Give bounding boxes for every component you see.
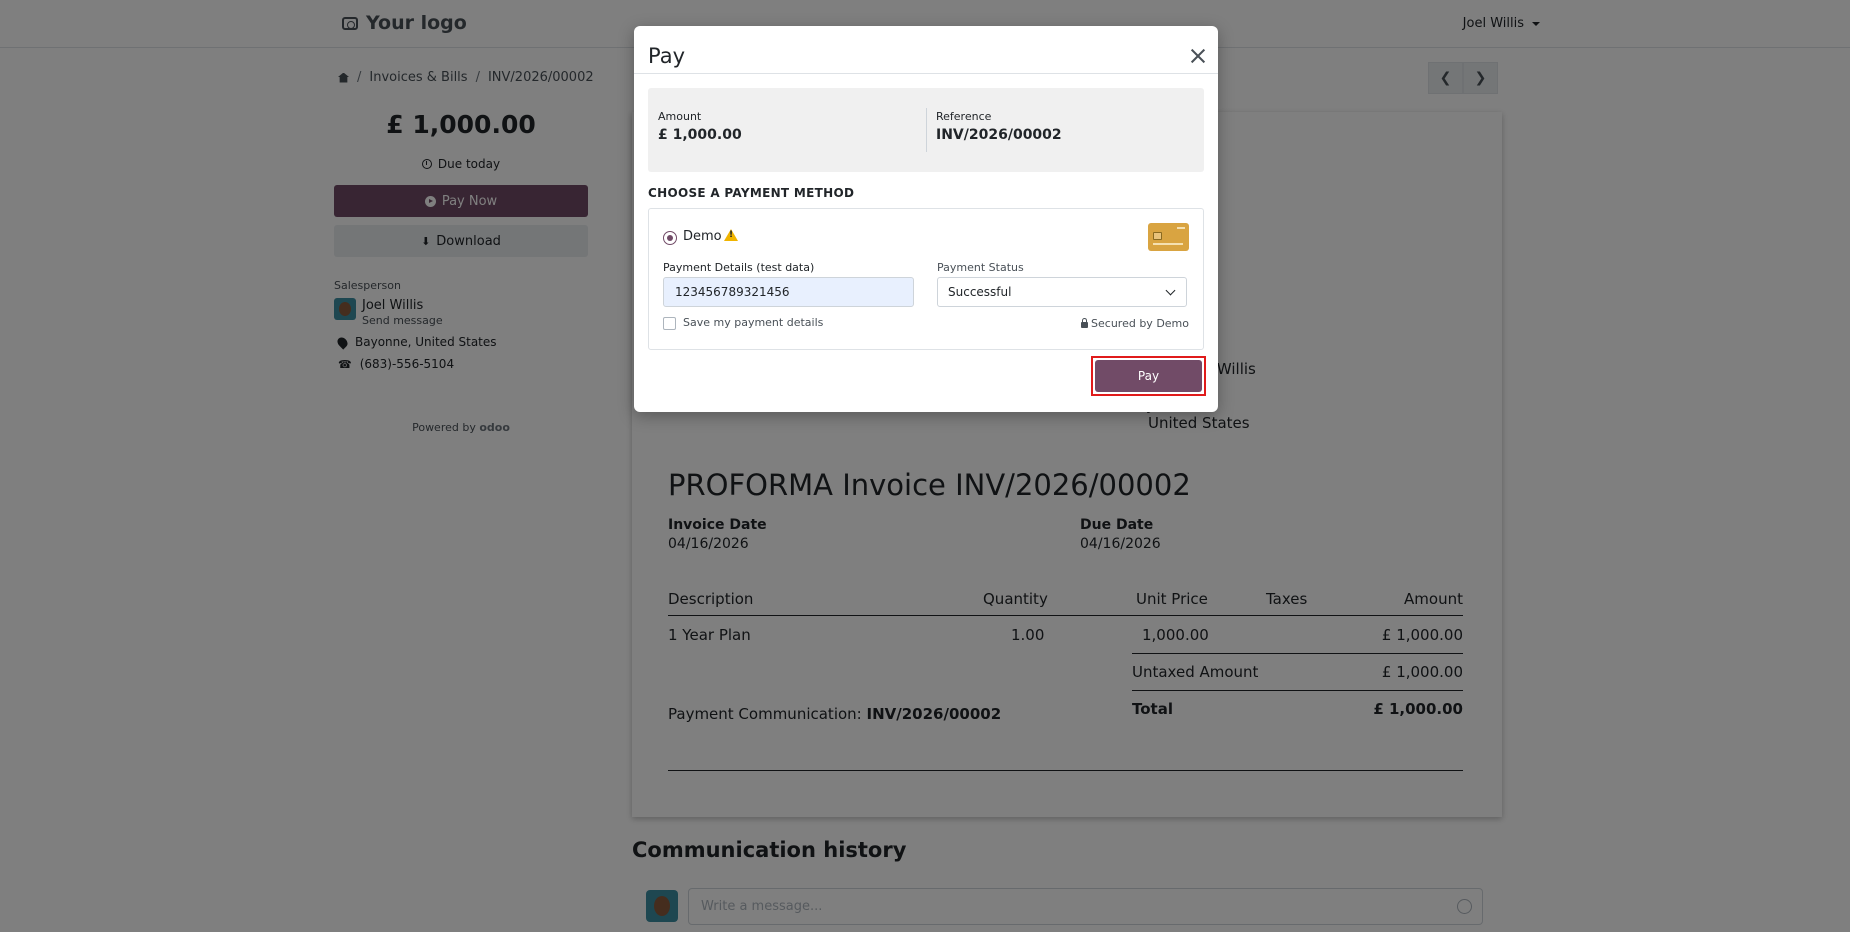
payment-status-value: Successful bbox=[948, 285, 1012, 299]
payment-details-input[interactable] bbox=[663, 277, 914, 307]
payment-status-label: Payment Status bbox=[937, 261, 1024, 274]
save-details-label[interactable]: Save my payment details bbox=[683, 316, 823, 329]
reference-label: Reference bbox=[936, 110, 992, 123]
secured-by-text: Secured by Demo bbox=[1091, 317, 1189, 330]
pay-button-highlight: Pay bbox=[1091, 356, 1206, 396]
payment-details-label: Payment Details (test data) bbox=[663, 261, 815, 274]
method-radio[interactable] bbox=[663, 231, 677, 245]
payment-summary: Amount £ 1,000.00 Reference INV/2026/000… bbox=[648, 88, 1204, 172]
secured-by: Secured by Demo bbox=[1081, 317, 1189, 330]
method-name[interactable]: Demo bbox=[683, 229, 722, 244]
lock-icon bbox=[1081, 318, 1089, 328]
amount-value: £ 1,000.00 bbox=[658, 127, 742, 143]
choose-method-title: CHOOSE A PAYMENT METHOD bbox=[648, 186, 855, 200]
amount-label: Amount bbox=[658, 110, 702, 123]
pay-button[interactable]: Pay bbox=[1095, 360, 1202, 392]
reference-value: INV/2026/00002 bbox=[936, 127, 1062, 143]
payment-method-demo: Demo Payment Details (test data) Payment… bbox=[648, 208, 1204, 350]
chevron-down-icon bbox=[1165, 285, 1176, 296]
credit-card-icon bbox=[1148, 223, 1189, 251]
warning-icon bbox=[724, 229, 738, 241]
summary-divider bbox=[926, 108, 927, 152]
pay-dialog: Pay Amount £ 1,000.00 Reference INV/2026… bbox=[634, 26, 1218, 412]
payment-status-select[interactable]: Successful bbox=[937, 277, 1187, 307]
dialog-header: Pay bbox=[634, 26, 1218, 74]
card-detail bbox=[1177, 227, 1185, 229]
save-details-checkbox[interactable] bbox=[663, 317, 676, 330]
dialog-title: Pay bbox=[648, 44, 686, 68]
close-icon[interactable] bbox=[1190, 48, 1206, 64]
